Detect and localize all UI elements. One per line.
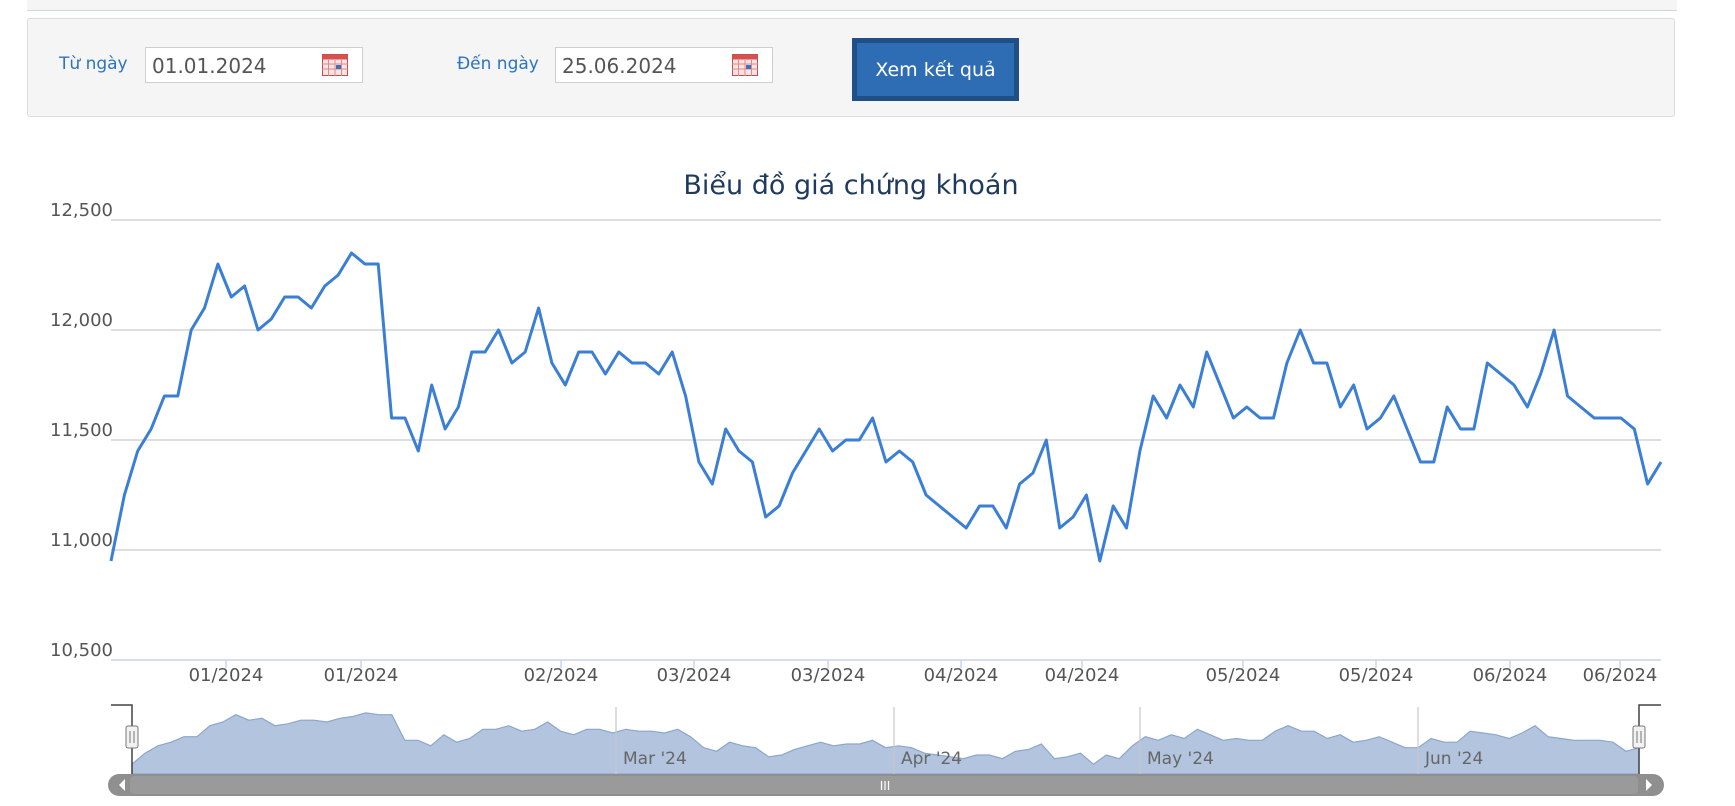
y-axis-labels: 12,500 12,000 11,500 11,000 10,500: [50, 200, 113, 661]
x-tick-label: 03/2024: [657, 665, 732, 686]
y-tick-label: 12,000: [50, 310, 113, 331]
navigator-area: [131, 712, 1640, 775]
stock-price-chart: Biểu đồ giá chứng khoán 12,500 12,000 11,5…: [50, 170, 1664, 796]
x-tick-label: 05/2024: [1206, 665, 1281, 686]
x-tick-label: 04/2024: [924, 665, 999, 686]
x-tick-label: 01/2024: [324, 665, 399, 686]
x-tick-label: 05/2024: [1339, 665, 1414, 686]
price-line: [109, 251, 1663, 563]
grid-lines: [111, 219, 1661, 661]
x-tick-label: 01/2024: [189, 665, 264, 686]
x-tick-label: 06/2024: [1473, 665, 1548, 686]
navigator-handle[interactable]: [1632, 725, 1646, 749]
x-axis: 01/2024 01/2024 02/2024 03/2024 03/2024 04/20…: [189, 660, 1658, 686]
y-tick-label: 12,500: [50, 200, 113, 221]
navigator-month-label: May '24: [1147, 749, 1214, 769]
y-tick-label: 11,500: [50, 420, 113, 441]
x-tick-label: 03/2024: [791, 665, 866, 686]
navigator[interactable]: Mar '24 Apr '24 May '24 Jun '24 III: [108, 704, 1664, 796]
scrollbar-grip[interactable]: III: [880, 779, 891, 793]
y-tick-label: 10,500: [50, 640, 113, 661]
navigator-month-label: Apr '24: [901, 749, 962, 769]
x-tick-label: 02/2024: [524, 665, 599, 686]
navigator-handle[interactable]: [125, 725, 139, 749]
navigator-month-label: Mar '24: [623, 749, 687, 769]
chart-title: Biểu đồ giá chứng khoán: [683, 170, 1018, 201]
price-series-line: [109, 251, 1663, 563]
navigator-month-label: Jun '24: [1424, 749, 1483, 769]
y-tick-label: 11,000: [50, 530, 113, 551]
x-tick-label: 04/2024: [1045, 665, 1120, 686]
x-tick-label: 06/2024: [1583, 665, 1658, 686]
